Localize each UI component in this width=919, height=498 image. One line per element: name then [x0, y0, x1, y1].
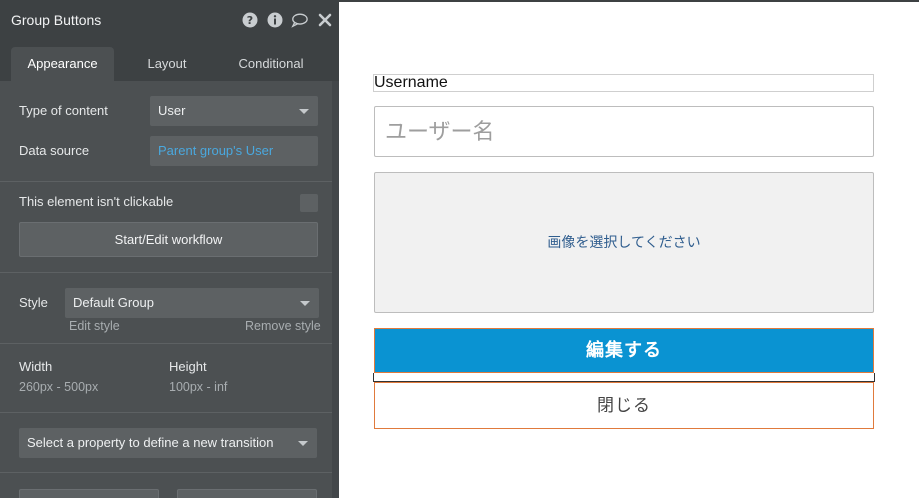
panel-bottom-button-right[interactable]	[177, 489, 317, 498]
width-value: 260px - 500px	[19, 380, 99, 394]
start-edit-workflow-button[interactable]: Start/Edit workflow	[19, 222, 318, 257]
panel-header: Group Buttons ?	[0, 0, 339, 41]
chevron-down-icon	[299, 109, 309, 114]
image-picker[interactable]: 画像を選択してください	[374, 172, 874, 313]
chevron-down-icon	[300, 301, 310, 306]
section-divider	[0, 343, 332, 344]
group-buttons-outline	[373, 373, 875, 382]
comment-icon[interactable]	[291, 11, 308, 28]
type-of-content-dropdown[interactable]: User	[150, 96, 318, 126]
panel-tabs: Appearance Layout Conditional	[0, 41, 339, 81]
transition-placeholder: Select a property to define a new transi…	[27, 435, 274, 450]
style-dropdown[interactable]: Default Group	[65, 288, 319, 318]
remove-style-link[interactable]: Remove style	[245, 319, 321, 333]
username-input[interactable]: ユーザー名	[374, 106, 874, 157]
type-of-content-value: User	[158, 103, 186, 118]
section-divider	[0, 181, 332, 182]
edit-style-link[interactable]: Edit style	[69, 319, 120, 333]
style-value: Default Group	[73, 295, 154, 310]
property-panel: Group Buttons ? Appearance Layout Condit…	[0, 0, 339, 498]
data-source-label: Data source	[19, 143, 90, 158]
username-label: Username	[373, 74, 874, 92]
header-icons: ?	[241, 11, 333, 28]
chevron-down-icon	[298, 441, 308, 446]
clickable-label: This element isn't clickable	[19, 194, 174, 209]
panel-scrollbar[interactable]	[332, 81, 339, 498]
tab-conditional[interactable]: Conditional	[220, 47, 322, 81]
data-source-field[interactable]: Parent group's User	[150, 136, 318, 166]
section-divider	[0, 472, 332, 473]
type-of-content-label: Type of content	[19, 103, 108, 118]
info-icon[interactable]	[266, 11, 283, 28]
help-icon[interactable]: ?	[241, 11, 258, 28]
tab-layout[interactable]: Layout	[120, 47, 214, 81]
width-label: Width	[19, 359, 53, 374]
not-clickable-checkbox[interactable]	[300, 194, 318, 212]
editor-root: Group Buttons ? Appearance Layout Condit…	[0, 0, 919, 498]
style-label: Style	[19, 295, 48, 310]
height-value: 100px - inf	[169, 380, 228, 394]
close-button[interactable]: 閉じる	[374, 382, 874, 429]
section-divider	[0, 412, 332, 413]
edit-button[interactable]: 編集する	[374, 328, 874, 373]
section-divider	[0, 272, 332, 273]
close-icon[interactable]	[316, 11, 333, 28]
editor-canvas: Username ユーザー名 画像を選択してください 編集する 閉じる	[339, 0, 919, 498]
panel-title: Group Buttons	[11, 12, 102, 28]
transition-property-dropdown[interactable]: Select a property to define a new transi…	[19, 428, 317, 458]
height-label: Height	[169, 359, 207, 374]
svg-text:?: ?	[246, 14, 252, 27]
data-source-value: Parent group's User	[158, 143, 274, 158]
tab-appearance[interactable]: Appearance	[11, 47, 114, 81]
panel-bottom-button-left[interactable]	[19, 489, 159, 498]
